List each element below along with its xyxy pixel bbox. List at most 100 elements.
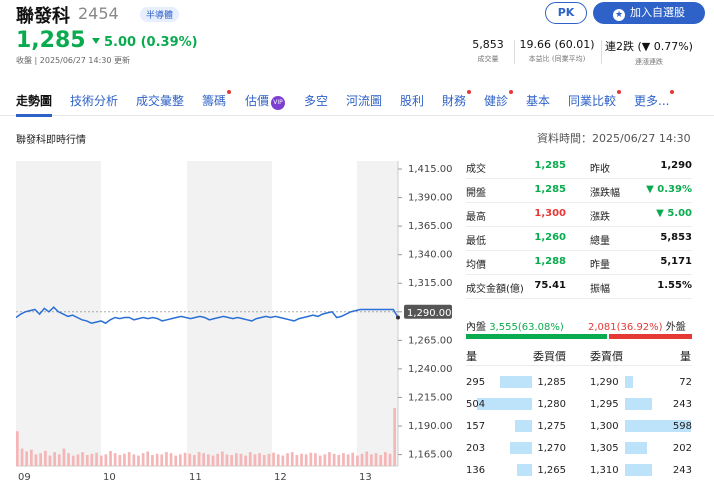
volume-bar (34, 454, 38, 466)
volume-bar (370, 454, 373, 466)
volume-bar (132, 454, 136, 466)
outer-label: 外盤 (665, 322, 686, 333)
tab-label: 健診 (484, 94, 509, 108)
tab-trades[interactable]: 成交彙整 (136, 92, 184, 109)
volume-bar (286, 453, 289, 466)
volume-bar (221, 451, 224, 466)
tab-trend[interactable]: 走勢圖 (16, 92, 53, 117)
volume-bar (193, 455, 196, 466)
volume-bar (137, 455, 140, 466)
bid-qty[interactable]: 295 (466, 377, 506, 388)
outer-bar (609, 334, 692, 339)
ask-qty[interactable]: 72 (652, 377, 692, 388)
outer-pct: (36.92%) (616, 322, 663, 333)
tab-valuation[interactable]: 估價 VIP (245, 92, 286, 110)
x-tick-label: 12 (274, 472, 287, 483)
volume-bar (248, 452, 252, 466)
chart-band (357, 161, 398, 466)
volume-bar (109, 450, 112, 466)
volume-bar (25, 451, 28, 466)
quote-label: 振幅 (590, 284, 610, 295)
quote-row-right: 總量 5,853 (590, 232, 692, 247)
add-watchlist-button[interactable]: ★ 加入自選股 (593, 2, 705, 24)
volume-bar (384, 452, 387, 466)
volume-bar (20, 448, 24, 466)
volume-bar (351, 452, 355, 466)
quote-label: 漲跌幅 (590, 188, 620, 199)
ask-qty[interactable]: 243 (652, 399, 692, 410)
pk-button[interactable]: PK (545, 2, 587, 24)
vip-icon: VIP (271, 96, 286, 110)
tab-dividend[interactable]: 股利 (400, 92, 424, 109)
quote-label: 開盤 (466, 188, 486, 199)
bid-price[interactable]: 1,270 (530, 443, 566, 454)
volume-bar (127, 452, 131, 466)
volume-bar (39, 453, 42, 466)
quote-value: 1,290 (660, 160, 692, 171)
star-icon: ★ (613, 9, 625, 21)
tab-basic[interactable]: 基本 (526, 92, 550, 109)
tab-label: 河流圖 (346, 94, 383, 108)
volume-bar (16, 431, 19, 466)
volume-bar (44, 450, 47, 466)
bid-qty[interactable]: 157 (466, 421, 506, 432)
volume-bar (393, 408, 396, 466)
bid-qty[interactable]: 203 (466, 443, 506, 454)
volume-bar (202, 453, 205, 466)
ask-price[interactable]: 1,305 (590, 443, 626, 454)
y-tick-label: 1,340.00 (408, 250, 453, 261)
y-tick-label: 1,215.00 (408, 392, 453, 403)
quote-value: 1,285 (534, 160, 566, 171)
volume-bar (323, 454, 327, 466)
stock-code: 2454 (78, 4, 119, 23)
inner-value: 3,555 (489, 322, 518, 333)
tab-health[interactable]: 健診 (484, 90, 514, 109)
ask-qty[interactable]: 243 (652, 465, 692, 476)
ask-qty[interactable]: 202 (652, 443, 692, 454)
bid-qty[interactable]: 136 (466, 465, 506, 476)
tab-longshort[interactable]: 多空 (304, 92, 328, 109)
volume-bar (141, 453, 145, 466)
ask-price[interactable]: 1,300 (590, 421, 626, 432)
volume-bar (57, 454, 61, 466)
prev-close-tag-label: 1,290.00 (407, 308, 452, 319)
tab-bar: 走勢圖 技術分析 成交彙整 籌碼 估價 VIP 多空 河流圖 股利 財務 健診 基… (0, 86, 714, 117)
tab-technical[interactable]: 技術分析 (70, 92, 118, 109)
volume-bar (99, 455, 103, 466)
volume-bar (123, 453, 126, 466)
ask-price[interactable]: 1,290 (590, 377, 626, 388)
intraday-chart[interactable]: 1,415.00 1,390.00 1,365.00 1,340.00 1,315.00… (16, 161, 456, 491)
tab-more[interactable]: 更多... (634, 90, 675, 109)
bid-price[interactable]: 1,265 (530, 465, 566, 476)
volume-bar (90, 453, 94, 466)
tab-finance[interactable]: 財務 (442, 90, 472, 109)
volume-bar (95, 452, 98, 466)
bid-price[interactable]: 1,275 (530, 421, 566, 432)
quote-row-left: 成交金額(億) 75.41 (466, 280, 566, 295)
volume-bar (183, 452, 187, 466)
bid-qty[interactable]: 504 (466, 399, 506, 410)
quote-divider (466, 202, 692, 203)
volume-bar (262, 455, 266, 466)
quote-row-right: 振幅 1.55% (590, 280, 692, 295)
ask-price[interactable]: 1,310 (590, 465, 626, 476)
tab-chips[interactable]: 籌碼 (202, 90, 232, 109)
volume-bar (118, 455, 122, 466)
stat-volume: 5,853 成交量 (468, 38, 508, 64)
ask-qty[interactable]: 598 (652, 421, 692, 432)
industry-badge[interactable]: 半導體 (140, 7, 180, 22)
tab-label: 同業比較 (568, 94, 617, 108)
quote-value: 5,853 (660, 232, 692, 243)
quote-label: 成交 (466, 164, 486, 175)
y-tick-label: 1,415.00 (408, 164, 453, 175)
ask-price[interactable]: 1,295 (590, 399, 626, 410)
tab-label: 多空 (304, 94, 329, 108)
bid-price[interactable]: 1,285 (530, 377, 566, 388)
bid-price[interactable]: 1,280 (530, 399, 566, 410)
volume-bar (225, 454, 229, 466)
volume-bar (337, 455, 341, 466)
tab-peers[interactable]: 同業比較 (568, 90, 622, 109)
volume-bar (160, 454, 164, 466)
tab-river[interactable]: 河流圖 (346, 92, 382, 109)
tab-label: 成交彙整 (136, 94, 185, 108)
